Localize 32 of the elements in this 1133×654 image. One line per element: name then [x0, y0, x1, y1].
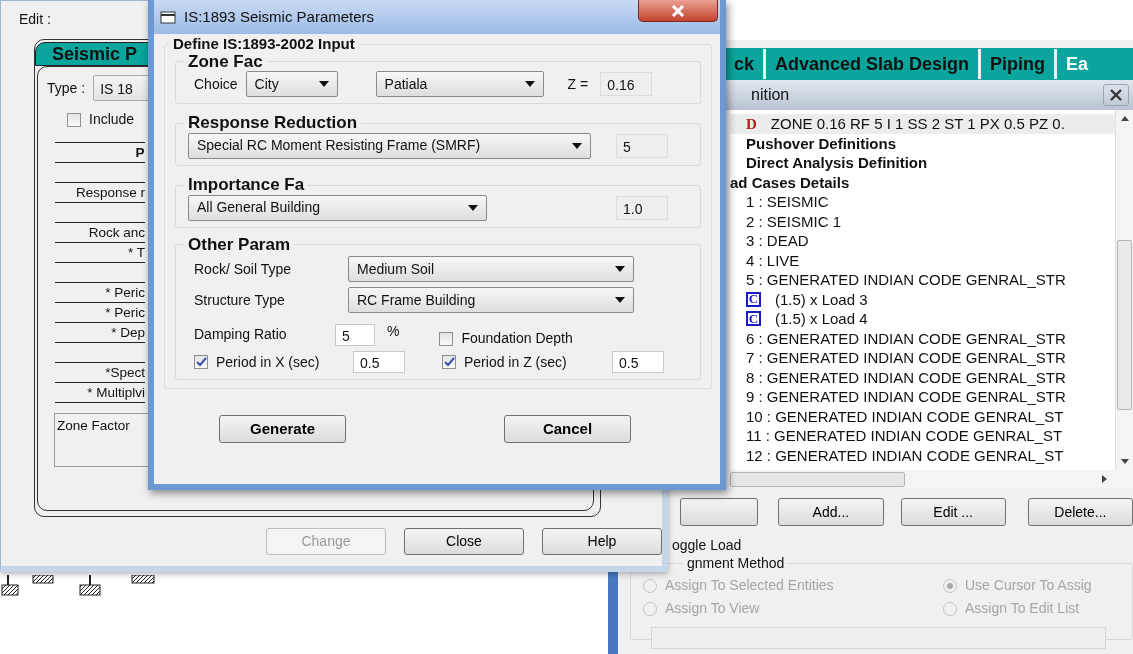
tree-item-icon: D — [746, 116, 757, 131]
section-title: Zone Fac — [187, 52, 264, 72]
damping-label: Damping Ratio — [194, 325, 288, 345]
table-cell: Rock anc — [55, 223, 145, 243]
field-label: Structure Type — [194, 290, 286, 310]
window-title: Edit : — [19, 11, 51, 27]
assignment-method-legend: gnment Method — [683, 554, 789, 572]
table-cell: Response r — [55, 183, 145, 203]
group-title: Define IS:1893-2002 Input — [172, 36, 356, 53]
section-title: Importance Fa — [187, 175, 306, 195]
table-cell: * Peric — [55, 283, 145, 303]
table-cell: * Multiplvi — [55, 383, 145, 403]
response-factor-field: 5 — [616, 133, 668, 158]
table-cell: * Dep — [55, 323, 145, 343]
choice-label: Choice — [194, 74, 238, 94]
toggle-load-label: oggle Load — [672, 536, 743, 554]
zone-factor-field: 0.16 — [600, 72, 653, 97]
field-label: Rock/ Soil Type — [194, 259, 292, 279]
section-title: Other Param — [187, 235, 292, 255]
panel-title: nition — [750, 85, 790, 105]
column-header: P — [55, 143, 145, 163]
z-label: Z = — [567, 74, 589, 94]
table-cell: *Spect — [55, 363, 145, 383]
table-cell: * Peric — [55, 303, 145, 323]
section-title: Response Reduction — [187, 114, 359, 133]
tree-item-icon: C — [746, 311, 761, 327]
table-cell: * T — [55, 243, 145, 263]
type-label: Type : — [47, 78, 86, 98]
percent-label: % — [387, 322, 400, 342]
dialog-title: IS:1893 Seismic Parameters — [184, 6, 375, 27]
importance-factor-field: 1.0 — [616, 195, 668, 220]
tree-item-icon: C — [746, 291, 761, 307]
